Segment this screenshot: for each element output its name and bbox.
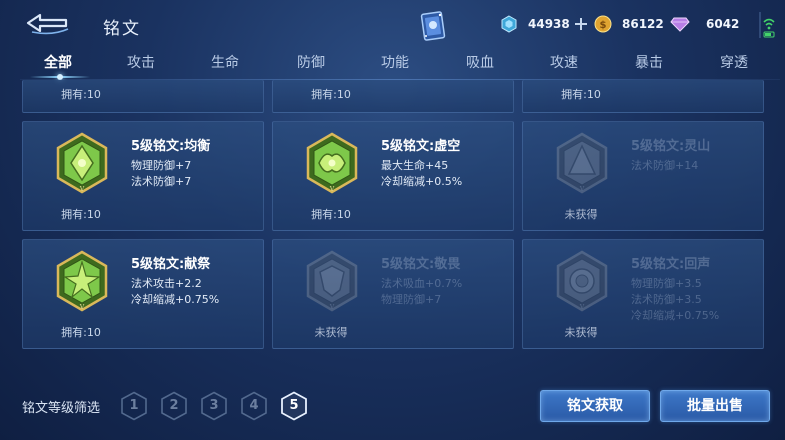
svg-text:V: V: [329, 186, 335, 193]
level-number: 1: [129, 398, 139, 413]
svg-text:V: V: [79, 186, 85, 193]
top-bar: 铭文 44938 $ 86122 6042: [0, 0, 785, 50]
svg-text:V: V: [579, 186, 585, 193]
rune-name: 5级铭文:虚空: [381, 139, 461, 154]
rune-name: 5级铭文:敬畏: [381, 257, 461, 272]
level-filter-3[interactable]: 3: [200, 391, 228, 421]
gem-balance: 6042: [670, 13, 739, 35]
tab-health[interactable]: 生命: [211, 52, 239, 72]
rune-name: 5级铭文:回声: [631, 257, 711, 272]
level-number: 3: [209, 398, 219, 413]
rune-echo-icon: V: [556, 250, 608, 312]
rune-card[interactable]: 拥有:10: [22, 80, 264, 113]
rune-card-sacrifice[interactable]: V 5级铭文:献祭 法术攻击+2.2 冷却缩减+0.75% 拥有:10: [22, 239, 264, 349]
rune-stat: 法术攻击+2.2: [131, 277, 202, 290]
rune-sacrifice-icon: V: [56, 250, 108, 312]
rune-spirit-mountain-icon: V: [556, 132, 608, 194]
tab-lifesteal[interactable]: 吸血: [466, 52, 494, 72]
page-title: 铭文: [103, 19, 141, 39]
gold-coin-icon: $: [594, 15, 612, 33]
diamond-value: 44938: [528, 17, 570, 31]
owned-count: 拥有:10: [311, 208, 351, 221]
level-filter-5[interactable]: 5: [280, 391, 308, 421]
network-status-icon: [758, 10, 776, 40]
svg-text:V: V: [579, 304, 585, 311]
rune-stat: 法术吸血+0.7%: [381, 277, 463, 290]
svg-text:V: V: [329, 304, 335, 311]
back-arrow-icon: [26, 13, 69, 35]
owned-count: 拥有:10: [61, 326, 101, 339]
rune-stat: 冷却缩减+0.75%: [631, 309, 720, 322]
rune-card-balance[interactable]: V 5级铭文:均衡 物理防御+7 法术防御+7 拥有:10: [22, 121, 264, 231]
gem-icon: [670, 17, 690, 32]
rune-card-awe[interactable]: V 5级铭文:敬畏 法术吸血+0.7% 物理防御+7 未获得: [272, 239, 514, 349]
rune-stat: 法术防御+7: [131, 175, 192, 188]
level-filter-4[interactable]: 4: [240, 391, 268, 421]
category-tabs: 全部 攻击 生命 防御 功能 吸血 攻速 暴击 穿透: [20, 52, 785, 78]
rune-card-spirit-mountain[interactable]: V 5级铭文:灵山 法术防御+14 未获得: [522, 121, 764, 231]
rune-stat: 法术防御+14: [631, 159, 699, 172]
rune-card[interactable]: 拥有:10: [272, 80, 514, 113]
back-button[interactable]: [22, 10, 72, 36]
tab-penetration[interactable]: 穿透: [720, 52, 748, 72]
level-filter-label: 铭文等级筛选: [22, 401, 101, 416]
rune-grid[interactable]: 拥有:10 拥有:10 拥有:10 V 5级铭文:均衡 物理防御+7 法术防御+…: [22, 80, 766, 355]
svg-text:V: V: [79, 304, 85, 311]
tab-all[interactable]: 全部: [44, 52, 72, 72]
add-diamond-button[interactable]: [574, 17, 588, 31]
rune-void-icon: V: [306, 132, 358, 194]
gold-value: 86122: [622, 17, 664, 31]
rune-stat: 冷却缩减+0.5%: [381, 175, 463, 188]
rune-name: 5级铭文:均衡: [131, 139, 211, 154]
owned-count: 拥有:10: [61, 208, 101, 221]
gem-value: 6042: [706, 17, 740, 31]
level-number: 5: [289, 398, 299, 413]
owned-count: 拥有:10: [561, 88, 601, 101]
rune-card-echo[interactable]: V 5级铭文:回声 物理防御+3.5 法术防御+3.5 冷却缩减+0.75% 未…: [522, 239, 764, 349]
tab-attack-speed[interactable]: 攻速: [550, 52, 578, 72]
rune-stat: 法术防御+3.5: [631, 293, 702, 306]
rune-card[interactable]: 拥有:10: [522, 80, 764, 113]
rune-card-void[interactable]: V 5级铭文:虚空 最大生命+45 冷却缩减+0.5% 拥有:10: [272, 121, 514, 231]
rune-stat: 物理防御+3.5: [631, 277, 702, 290]
rune-stat: 最大生命+45: [381, 159, 449, 172]
svg-text:$: $: [600, 20, 607, 31]
level-number: 4: [249, 398, 259, 413]
bulk-sell-button[interactable]: 批量出售: [660, 390, 770, 422]
rune-awe-icon: V: [306, 250, 358, 312]
level-filter-1[interactable]: 1: [120, 391, 148, 421]
diamond-icon: [501, 15, 517, 33]
owned-count: 拥有:10: [311, 88, 351, 101]
tab-defense[interactable]: 防御: [297, 52, 325, 72]
rune-name: 5级铭文:灵山: [631, 139, 711, 154]
obtain-rune-button[interactable]: 铭文获取: [540, 390, 650, 422]
rune-stat: 冷却缩减+0.75%: [131, 293, 220, 306]
rune-stat: 物理防御+7: [381, 293, 442, 306]
owned-count: 未获得: [564, 326, 598, 339]
level-filter-2[interactable]: 2: [160, 391, 188, 421]
rune-book-icon[interactable]: [420, 10, 446, 42]
gold-balance: $ 86122: [594, 13, 664, 35]
tab-attack[interactable]: 攻击: [127, 52, 155, 72]
rune-balance-icon: V: [56, 132, 108, 194]
owned-count: 未获得: [314, 326, 348, 339]
rune-stat: 物理防御+7: [131, 159, 192, 172]
tab-critical[interactable]: 暴击: [635, 52, 663, 72]
diamond-balance: 44938: [500, 13, 588, 35]
tab-utility[interactable]: 功能: [381, 52, 409, 72]
rune-name: 5级铭文:献祭: [131, 257, 211, 272]
owned-count: 拥有:10: [61, 88, 101, 101]
level-number: 2: [169, 398, 179, 413]
owned-count: 未获得: [564, 208, 598, 221]
